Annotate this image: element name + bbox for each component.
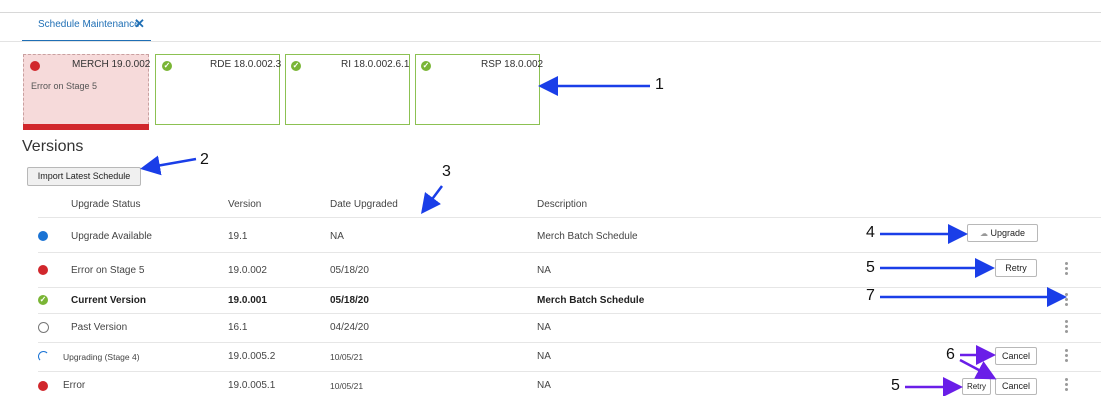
annotation-number: 6 [946,346,955,363]
annotation-arrow [959,358,997,380]
annotation-number: 4 [866,224,875,241]
annotation-number: 5 [866,259,875,276]
annotation-arrow [140,155,197,176]
annotation-number: 5 [891,377,900,394]
annotation-number: 3 [442,163,451,180]
annotation-number: 7 [866,287,875,304]
annotation-number: 2 [200,151,209,168]
annotation-arrows [140,76,1067,396]
annotation-arrow [421,185,443,214]
annotation-number: 1 [655,76,664,93]
